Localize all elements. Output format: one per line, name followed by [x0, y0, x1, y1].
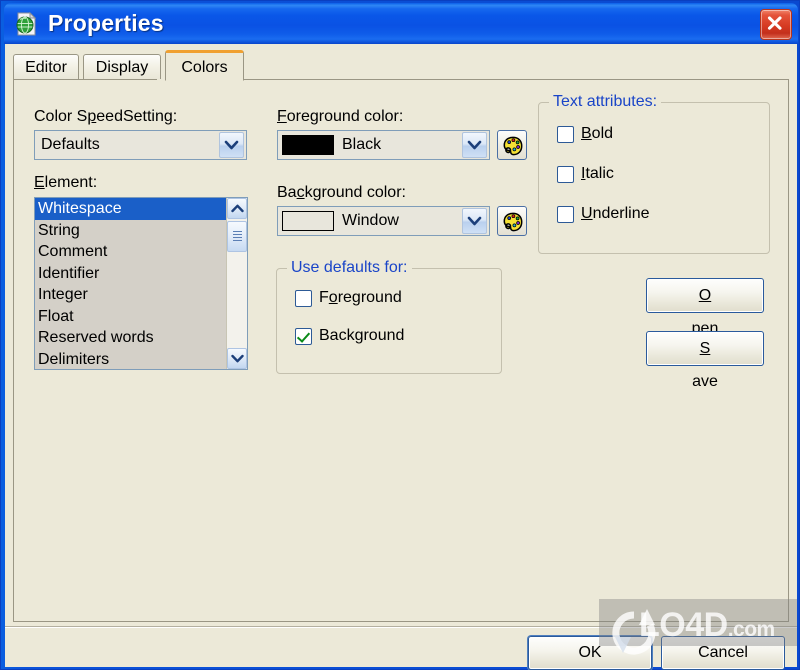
foreground-color-label: Foreground color: [277, 108, 403, 126]
label-post: reground [337, 289, 402, 306]
checkbox-bold[interactable]: Bold [557, 125, 613, 143]
text-attributes-legend: Text attributes: [549, 93, 662, 111]
foreground-color-swatch [282, 135, 334, 155]
background-color-label: Background color: [277, 184, 406, 202]
speedsetting-label-pre: Color S [34, 108, 88, 125]
title-bar[interactable]: Properties [4, 3, 798, 44]
background-label-accel: c [296, 184, 305, 201]
element-list-scrollbar[interactable] [226, 198, 247, 369]
scroll-down-icon[interactable] [227, 348, 247, 369]
tab-colors-label: Colors [181, 59, 228, 76]
scrollbar-thumb[interactable] [227, 221, 247, 252]
ok-button-label: OK [578, 644, 602, 661]
checkbox-box[interactable] [557, 165, 574, 183]
tab-editor[interactable]: Editor [13, 54, 79, 80]
tab-colors[interactable]: Colors [165, 50, 244, 81]
foreground-label-post: oreground color: [286, 108, 404, 125]
label-post: ave [692, 373, 718, 390]
chevron-down-icon[interactable] [462, 208, 487, 234]
checkbox-box[interactable] [295, 327, 312, 345]
checkbox-box[interactable] [295, 289, 312, 307]
close-icon[interactable] [760, 9, 792, 40]
background-color-value: Window [342, 212, 399, 229]
label-accel: U [581, 205, 593, 222]
list-item[interactable]: Delimiters [35, 349, 226, 370]
list-item[interactable]: Float [35, 306, 226, 328]
label-pre: F [319, 289, 329, 306]
label-accel: B [581, 125, 592, 142]
palette-icon [503, 136, 523, 156]
list-item[interactable]: Integer [35, 284, 226, 306]
foreground-label-accel: F [277, 108, 287, 125]
tab-display-label: Display [95, 59, 149, 76]
window-title: Properties [48, 10, 164, 36]
chevron-down-icon[interactable] [462, 132, 487, 158]
element-label: Element: [34, 174, 97, 192]
label-post: nderline [592, 205, 650, 222]
dialog-client-area: Editor Display Colors Color SpeedSetting… [5, 44, 797, 670]
label-accel: o [328, 289, 338, 306]
background-color-combobox[interactable]: Window [277, 206, 490, 236]
foreground-palette-button[interactable] [497, 130, 527, 160]
save-button[interactable]: Save [646, 331, 764, 390]
element-listbox[interactable]: Whitespace String Comment Identifier Integer… [34, 197, 248, 370]
background-label-post: kground color: [304, 184, 406, 201]
scroll-up-icon[interactable] [227, 198, 247, 219]
tab-editor-label: Editor [25, 59, 67, 76]
background-label-pre: Ba [277, 184, 297, 201]
speedsetting-combobox[interactable]: Defaults [34, 130, 247, 160]
checkbox-label: Background [319, 327, 405, 344]
cancel-button-label: Cancel [698, 644, 748, 661]
save-button-label: Save [647, 332, 763, 398]
colors-tab-panel: Color SpeedSetting: Defaults Element: Wh… [13, 79, 789, 622]
checkbox-italic[interactable]: Italic [557, 165, 614, 183]
checkbox-use-default-background[interactable]: Background [295, 327, 404, 345]
element-list-items: Whitespace String Comment Identifier Integer… [35, 198, 226, 370]
element-label-post: lement: [44, 174, 98, 191]
background-palette-button[interactable] [497, 206, 527, 236]
foreground-color-combobox[interactable]: Black [277, 130, 490, 160]
list-item[interactable]: Reserved words [35, 327, 226, 349]
checkbox-use-default-foreground[interactable]: Foreground [295, 289, 402, 307]
list-item[interactable]: String [35, 220, 226, 242]
label-accel: O [698, 287, 712, 304]
use-defaults-groupbox: Use defaults for: Foreground Background [276, 259, 502, 374]
list-item[interactable]: Identifier [35, 263, 226, 285]
element-label-accel: E [34, 174, 45, 191]
checkbox-box[interactable] [557, 125, 574, 143]
checkbox-label: Foreground [319, 289, 402, 307]
dialog-button-bar: OK Cancel [5, 626, 797, 670]
foreground-color-value: Black [342, 136, 382, 153]
speedsetting-value: Defaults [41, 136, 100, 153]
speedsetting-label: Color SpeedSetting: [34, 108, 177, 126]
ok-button[interactable]: OK [528, 636, 652, 670]
background-color-swatch [282, 211, 334, 231]
checkbox-label: Underline [581, 205, 650, 223]
checkbox-label: Bold [581, 125, 613, 143]
list-item[interactable]: Whitespace [35, 198, 226, 220]
scrollbar-grip-icon [233, 231, 242, 242]
chevron-down-icon[interactable] [219, 132, 244, 158]
speedsetting-label-accel: p [87, 108, 97, 125]
open-button[interactable]: Open [646, 278, 764, 337]
document-globe-icon [15, 11, 39, 36]
use-defaults-legend: Use defaults for: [287, 259, 412, 277]
label-accel: S [699, 340, 711, 357]
text-attributes-groupbox: Text attributes: Bold Italic Underline [538, 93, 770, 254]
checkbox-underline[interactable]: Underline [557, 205, 650, 223]
speedsetting-label-post: eedSetting: [96, 108, 178, 125]
palette-icon [503, 212, 523, 232]
label-post: talic [585, 165, 614, 182]
cancel-button[interactable]: Cancel [661, 636, 785, 670]
tab-display[interactable]: Display [83, 54, 161, 80]
checkbox-box[interactable] [557, 205, 574, 223]
properties-dialog-window: Properties Editor Display Colors Color S… [0, 0, 800, 670]
list-item[interactable]: Comment [35, 241, 226, 263]
tab-strip: Editor Display Colors [13, 50, 789, 81]
checkbox-label: Italic [581, 165, 614, 183]
label-post: old [591, 125, 614, 142]
